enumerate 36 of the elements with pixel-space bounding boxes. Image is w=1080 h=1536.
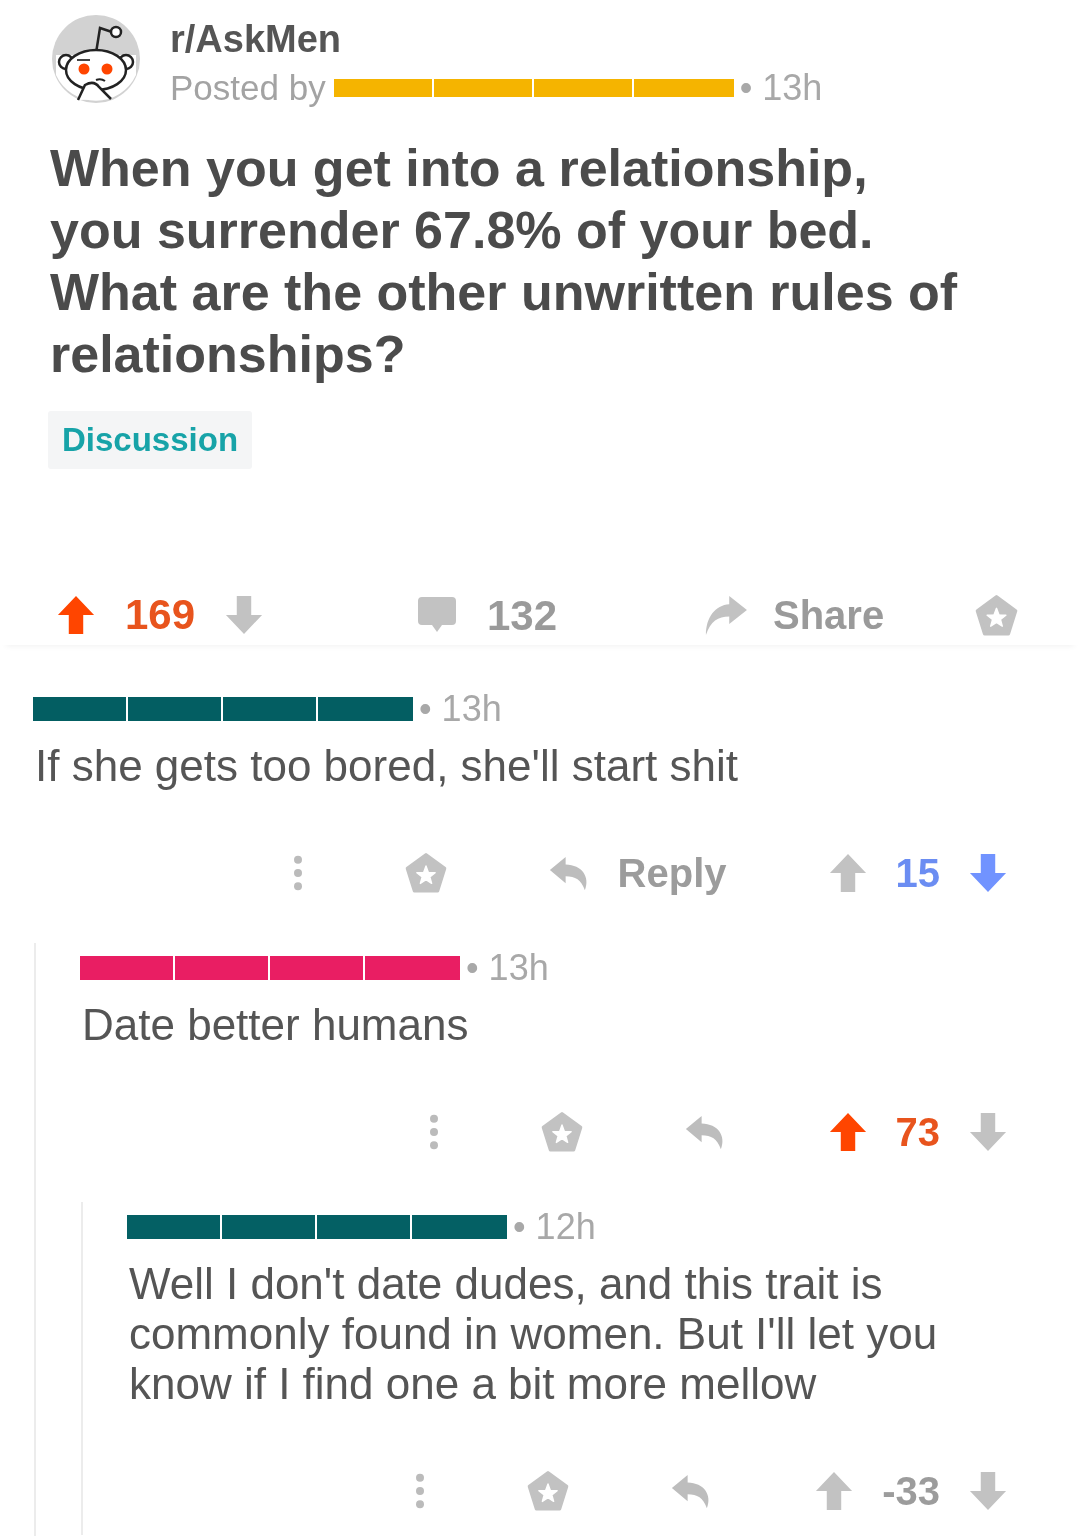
comments-button[interactable]: 132 [417,583,558,647]
reply-button[interactable]: Reply [548,843,727,903]
comment-time: • 13h [419,691,502,727]
share-button[interactable]: Share [703,585,885,645]
cartoon-avatar-icon[interactable] [52,15,140,103]
subreddit-name[interactable]: r/AskMen [170,17,342,61]
post-time: • 13h [739,70,823,106]
down-arrow-icon[interactable] [969,1471,1007,1511]
pentagon-star-icon[interactable] [540,1111,583,1153]
vertical-dots-icon[interactable] [415,1471,426,1511]
posted-by-label: Posted by [170,67,326,109]
vote-score: 15 [895,850,940,897]
down-arrow-icon[interactable] [225,595,264,635]
pentagon-star-icon[interactable] [527,1470,570,1512]
post-title: When you get into a relationship, you surrender 67.8% of your bed. What are the other unwritten rules of relationships? [50,138,959,385]
vertical-dots-icon[interactable] [292,853,303,893]
pentagon-star-icon[interactable] [404,852,447,894]
vertical-dots-icon[interactable] [428,1112,439,1152]
vote-score: 73 [895,1109,940,1156]
up-arrow-icon[interactable] [828,853,867,893]
comment-text: Well I don't date dudes, and this trait is commonly found in women. But I'll let you know if I find one a bit more mellow [129,1259,939,1409]
curved-arrow-icon [703,594,748,636]
up-arrow-icon[interactable] [828,1112,867,1152]
vote-score: 169 [125,590,196,640]
comment-text: If she gets too bored, she'll start shit [35,741,739,791]
comment-time: • 13h [466,950,549,986]
up-arrow-icon[interactable] [815,1471,854,1511]
pentagon-star-icon[interactable] [975,593,1018,637]
down-arrow-icon[interactable] [969,1112,1007,1152]
vote-score: -33 [882,1468,940,1515]
speech-bubble-icon [417,596,457,634]
up-arrow-icon[interactable] [57,595,95,635]
flair-tag[interactable]: Discussion [48,411,253,469]
comment-time: • 12h [513,1209,596,1245]
comment-text: Date better humans [82,1000,470,1050]
down-arrow-icon[interactable] [969,853,1007,893]
